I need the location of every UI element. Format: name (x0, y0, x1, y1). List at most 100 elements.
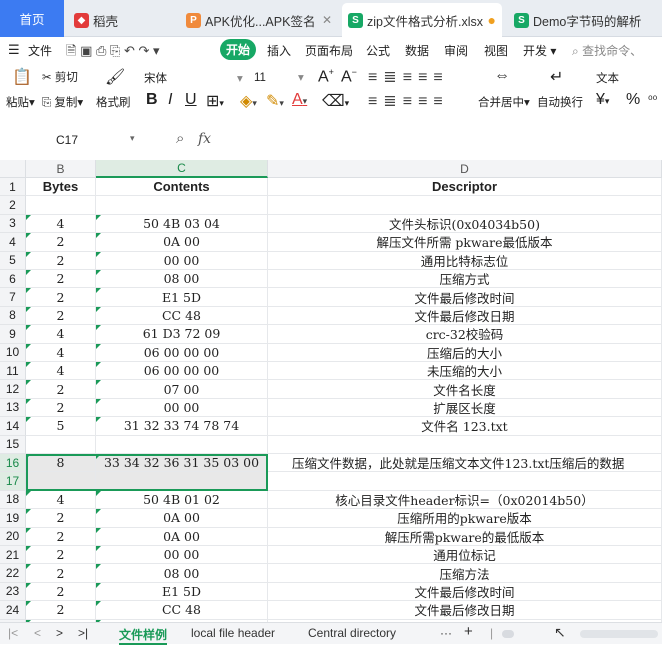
cell-c18[interactable]: 50 4B 01 02 (96, 490, 268, 510)
cell-d11[interactable]: 未压缩的大小 (268, 362, 662, 381)
cell-d17[interactable] (268, 472, 662, 491)
cell-b14[interactable]: 5 (26, 417, 96, 436)
cell-c24[interactable]: CC 48 (96, 601, 268, 620)
row-header[interactable]: 2 (0, 196, 26, 215)
menu-tab-page-layout[interactable]: 页面布局 (305, 42, 353, 59)
function-icon[interactable]: fx (198, 131, 211, 147)
wrap-text-button[interactable]: 自动换行 (537, 94, 583, 110)
menu-tab-start[interactable]: 开始 (220, 39, 256, 60)
row-header[interactable]: 13 (0, 398, 26, 418)
currency-button[interactable]: ¥▾ (596, 91, 609, 109)
row-header[interactable]: 11 (0, 362, 26, 381)
cell-d5[interactable]: 通用比特标志位 (268, 251, 662, 270)
add-sheet-icon[interactable]: + (464, 623, 473, 640)
cell-d4[interactable]: 解压文件所需 pkware最低版本 (268, 233, 662, 252)
vertical-align-icons[interactable]: ≡≣≡≡≡ (368, 67, 449, 87)
row-header[interactable]: 10 (0, 343, 26, 362)
next-sheet-icon[interactable]: > (56, 626, 63, 640)
tab-daoke[interactable]: ◆ 稻壳 (68, 5, 176, 35)
percent-button[interactable]: % (626, 91, 640, 109)
cell-b4[interactable]: 2 (26, 233, 96, 252)
increase-font-icon[interactable]: A+ (318, 67, 334, 86)
sheet-tab-central-directory[interactable]: Central directory (308, 626, 396, 640)
cell-d18[interactable]: 核心目录文件header标识=（0x02014b50） (268, 490, 662, 510)
menu-tab-data[interactable]: 数据 (405, 42, 429, 59)
cell-b19[interactable]: 2 (26, 509, 96, 528)
more-sheets-icon[interactable]: ··· (440, 626, 452, 640)
cell-b9[interactable]: 4 (26, 325, 96, 344)
bold-icon[interactable]: B (146, 91, 158, 109)
tab-zip-analysis[interactable]: S zip文件格式分析.xlsx ● (342, 3, 502, 37)
cell-d15[interactable] (268, 435, 662, 454)
menu-file[interactable]: 文件 (28, 42, 52, 59)
cell-c2[interactable] (96, 196, 268, 215)
cell-b2[interactable] (26, 196, 96, 215)
cell-b23[interactable]: 2 (26, 582, 96, 602)
cell-d19[interactable]: 压缩所用的pkware版本 (268, 509, 662, 528)
cell-d21[interactable]: 通用位标记 (268, 546, 662, 565)
cell-c19[interactable]: 0A 00 (96, 509, 268, 528)
spreadsheet-grid[interactable]: BCD 1 Bytes Contents Descriptor 2 3 4 50 4B 03 … (0, 160, 662, 622)
cell-b11[interactable]: 4 (26, 362, 96, 381)
cell-b10[interactable]: 4 (26, 343, 96, 362)
horizontal-align-icons[interactable]: ≡≣≡≡≡ (368, 91, 449, 111)
cell-d22[interactable]: 压缩方法 (268, 564, 662, 583)
tab-apk-optimize[interactable]: P APK优化...APK签名 ✕ (180, 5, 338, 35)
cell-b12[interactable]: 2 (26, 380, 96, 399)
cell-c9[interactable]: 61 D3 72 09 (96, 325, 268, 344)
row-header[interactable]: 4 (0, 233, 26, 252)
cell-b24[interactable]: 2 (26, 601, 96, 620)
menu-tab-developer[interactable]: 开发 ▾ (523, 42, 556, 59)
cell-c21[interactable]: 00 00 (96, 546, 268, 565)
highlight-icon[interactable]: ✎▾ (266, 91, 284, 111)
row-header[interactable]: 1 (0, 178, 26, 197)
zoom-icon[interactable]: ⌕ (176, 130, 184, 147)
menu-tab-review[interactable]: 审阅 (444, 42, 468, 59)
row-header[interactable]: 5 (0, 251, 26, 270)
cell-d23[interactable]: 文件最后修改时间 (268, 582, 662, 602)
font-size-select[interactable]: 11 ▾ (254, 70, 304, 84)
cell-b6[interactable]: 2 (26, 270, 96, 289)
cell-d2[interactable] (268, 196, 662, 215)
cell-b13[interactable]: 2 (26, 398, 96, 418)
cut-button[interactable]: ✂ 剪切 (42, 69, 78, 85)
italic-icon[interactable]: I (168, 91, 172, 109)
format-painter-button[interactable]: 格式刷 (96, 94, 131, 110)
paste-button[interactable]: 粘贴▾ (6, 94, 35, 110)
cell-c11[interactable]: 06 00 00 00 (96, 362, 268, 381)
column-header-b[interactable]: B (26, 160, 96, 178)
cell-c13[interactable]: 00 00 (96, 398, 268, 418)
cell-d6[interactable]: 压缩方式 (268, 270, 662, 289)
cell-b5[interactable]: 2 (26, 251, 96, 270)
wrap-text-icon[interactable]: ↵ (550, 67, 563, 87)
cell-c17[interactable] (96, 472, 268, 491)
name-box[interactable]: C17 (56, 133, 78, 147)
font-name-select[interactable]: 宋体 ▾ (144, 70, 243, 86)
last-sheet-icon[interactable]: >| (78, 626, 88, 640)
cell-c3[interactable]: 50 4B 03 04 (96, 214, 268, 234)
scroll-divider[interactable]: | (490, 626, 493, 640)
column-header-c[interactable]: C (96, 160, 268, 178)
row-header[interactable]: 18 (0, 490, 26, 510)
sheet-tab-local-file-header[interactable]: local file header (191, 626, 275, 640)
cell-b17[interactable] (26, 472, 96, 491)
row-header[interactable]: 7 (0, 288, 26, 307)
row-header[interactable]: 22 (0, 564, 26, 583)
cell-d7[interactable]: 文件最后修改时间 (268, 288, 662, 307)
merge-center-icon[interactable]: ⇔ (494, 67, 510, 85)
unsaved-dot-icon[interactable]: ● (488, 12, 496, 28)
underline-icon[interactable]: U (185, 91, 197, 109)
row-header[interactable]: 21 (0, 546, 26, 565)
cell-d1[interactable]: Descriptor (268, 178, 662, 197)
cell-c12[interactable]: 07 00 (96, 380, 268, 399)
borders-icon[interactable]: ⊞▾ (206, 91, 224, 111)
cell-b15[interactable] (26, 435, 96, 454)
cell-d10[interactable]: 压缩后的大小 (268, 343, 662, 362)
tab-demo-bytecode[interactable]: S Demo字节码的解析 (508, 5, 662, 35)
cell-b7[interactable]: 2 (26, 288, 96, 307)
cell-b21[interactable]: 2 (26, 546, 96, 565)
row-header[interactable]: 8 (0, 306, 26, 326)
cell-c15[interactable] (96, 435, 268, 454)
cell-d16[interactable]: 压缩文件数据，此处就是压缩文本文件123.txt压缩后的数据 (268, 454, 662, 473)
cell-b8[interactable]: 2 (26, 306, 96, 326)
